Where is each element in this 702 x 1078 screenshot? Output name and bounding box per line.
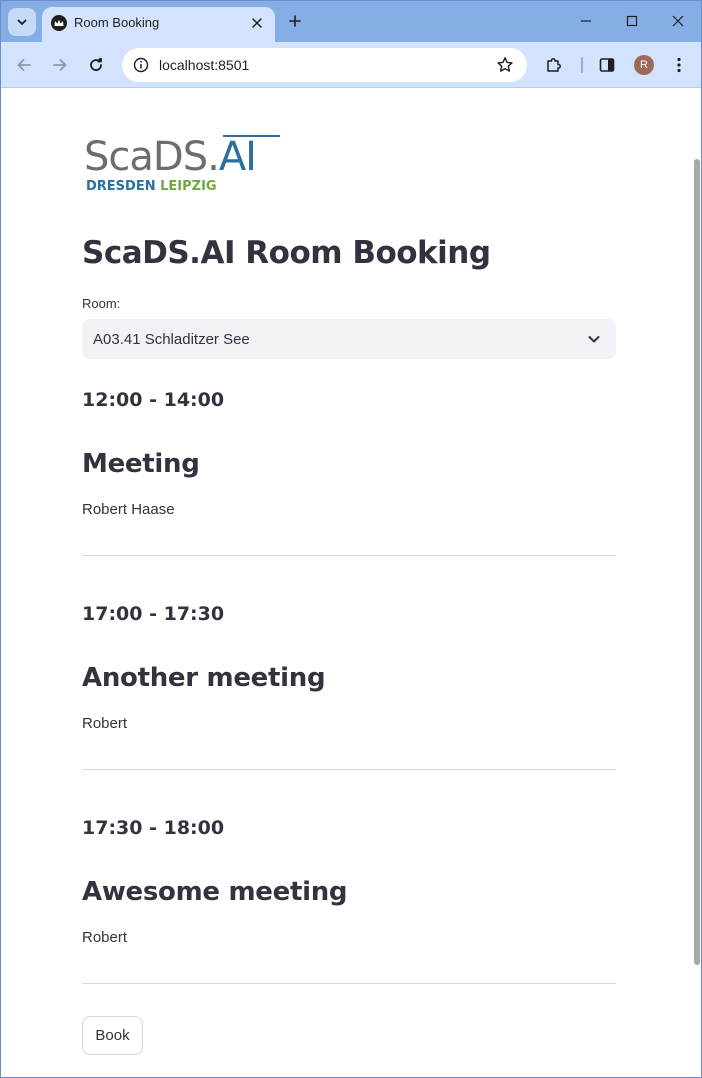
browser-toolbar: localhost:8501 R [1, 42, 701, 88]
booking-person: Robert [82, 929, 128, 946]
booking-title: Another meeting [82, 663, 326, 693]
scrollbar-thumb[interactable] [694, 159, 700, 965]
logo-ai-text: AI [218, 134, 257, 180]
back-arrow-icon[interactable] [9, 50, 39, 80]
active-tab[interactable]: Room Booking [42, 7, 275, 42]
logo-accent-bar [223, 135, 280, 137]
toolbar-separator [581, 57, 583, 73]
new-tab-icon[interactable] [283, 9, 307, 33]
url-text[interactable]: localhost:8501 [159, 57, 249, 73]
page-title: ScaDS.AI Room Booking [82, 235, 491, 271]
divider [82, 555, 616, 556]
room-select-value: A03.41 Schladitzer See [93, 331, 250, 348]
profile-avatar[interactable]: R [634, 55, 654, 75]
booking-person: Robert Haase [82, 501, 175, 518]
logo-scads-text: ScaDS. [84, 134, 220, 180]
browser-window: Room Booking localhost:8501 R ScaDS.AI D… [0, 0, 702, 1078]
divider [82, 983, 616, 984]
booking-time: 17:00 - 17:30 [82, 603, 225, 625]
minimize-icon[interactable] [563, 5, 609, 37]
booking-time: 17:30 - 18:00 [82, 817, 225, 839]
maximize-icon[interactable] [609, 5, 655, 37]
reload-icon[interactable] [81, 50, 111, 80]
booking-person: Robert [82, 715, 128, 732]
page-viewport: ScaDS.AI DRESDEN LEIPZIG ScaDS.AI Room B… [1, 89, 693, 1077]
room-select[interactable]: A03.41 Schladitzer See [82, 319, 616, 359]
book-button[interactable]: Book [82, 1016, 143, 1055]
side-panel-icon[interactable] [592, 50, 622, 80]
forward-arrow-icon[interactable] [45, 50, 75, 80]
streamlit-crown-icon [51, 15, 67, 31]
site-info-icon[interactable] [129, 53, 153, 77]
tab-strip: Room Booking [1, 1, 701, 42]
chevron-down-icon [584, 329, 604, 349]
tab-search-button[interactable] [8, 8, 36, 36]
chevron-down-icon [17, 19, 27, 25]
logo-dresden-text: DRESDEN [86, 179, 156, 194]
close-window-icon[interactable] [655, 5, 701, 37]
tab-title: Room Booking [74, 15, 160, 30]
scads-logo: ScaDS.AI DRESDEN LEIPZIG [82, 133, 282, 195]
booking-title: Meeting [82, 449, 200, 479]
room-label: Room: [82, 296, 121, 311]
extensions-puzzle-icon[interactable] [539, 50, 569, 80]
kebab-menu-icon[interactable] [664, 50, 694, 80]
booking-time: 12:00 - 14:00 [82, 389, 225, 411]
booking-title: Awesome meeting [82, 877, 348, 907]
logo-leipzig-text: LEIPZIG [160, 179, 217, 194]
address-bar[interactable]: localhost:8501 [122, 48, 527, 82]
divider [82, 769, 616, 770]
bookmark-star-icon[interactable] [493, 53, 517, 77]
close-tab-icon[interactable] [247, 13, 267, 33]
